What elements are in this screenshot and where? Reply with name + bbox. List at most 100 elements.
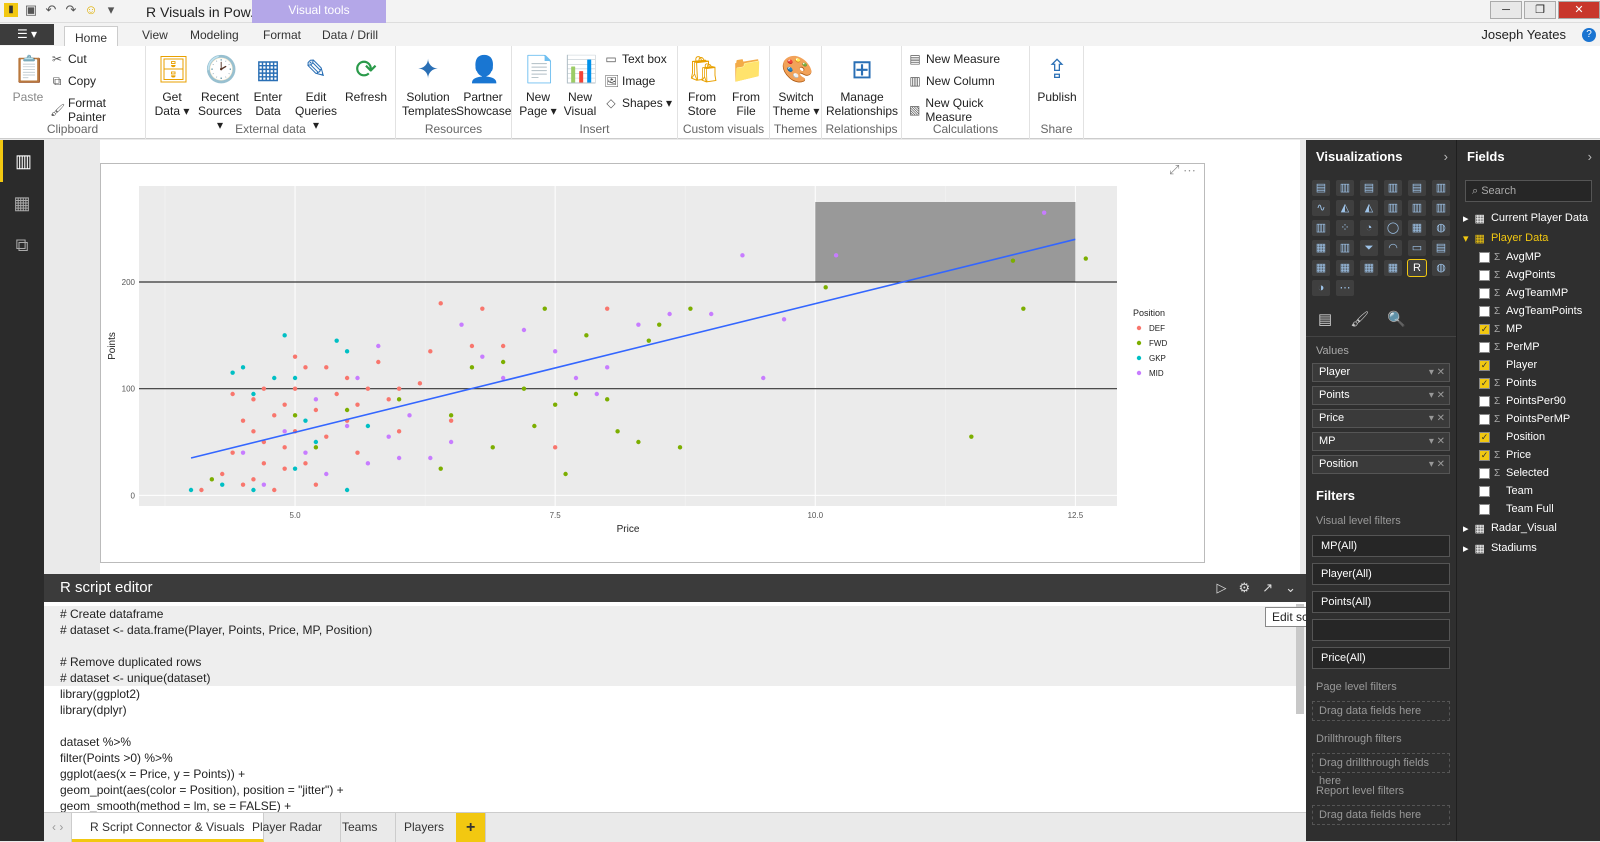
field-item[interactable]: ✓ Σ Price	[1457, 446, 1600, 464]
field-checkbox[interactable]: ✓	[1479, 431, 1490, 443]
field-item[interactable]: Σ PerMP	[1457, 338, 1600, 356]
visual-type-icon[interactable]: ▦	[1312, 260, 1330, 276]
focus-mode-icon[interactable]: ⤢	[1169, 162, 1179, 177]
visual-type-icon[interactable]: ▤	[1408, 180, 1426, 196]
visual-type-icon[interactable]: ▥	[1336, 180, 1354, 196]
filter-card[interactable]: Points(All)	[1312, 591, 1450, 613]
value-well[interactable]: Position ▾ ✕	[1312, 455, 1450, 474]
field-item[interactable]: ✓ Player	[1457, 356, 1600, 374]
remove-field-icon[interactable]: ▾ ✕	[1429, 387, 1445, 404]
r-visual[interactable]: 5.0 7.5 10.0 12.5 0 100 200 Price Points Position…	[100, 162, 1205, 563]
new-column-button[interactable]: ▥ New Column	[908, 74, 994, 88]
shapes-button[interactable]: ◇ Shapes ▾	[604, 96, 672, 110]
visual-type-icon[interactable]: ▦	[1408, 220, 1426, 236]
field-item[interactable]: Σ AvgTeamPoints	[1457, 302, 1600, 320]
page-filter-drop[interactable]: Drag data fields here	[1312, 701, 1450, 721]
paste-button[interactable]: 📋 Paste	[4, 52, 52, 104]
more-options-icon[interactable]: ⋯	[1183, 162, 1196, 177]
visual-type-icon[interactable]: ▥	[1432, 180, 1450, 196]
visual-type-icon[interactable]: ▦	[1360, 260, 1378, 276]
field-item[interactable]: Σ AvgMP	[1457, 248, 1600, 266]
field-checkbox[interactable]	[1479, 503, 1490, 515]
save-icon[interactable]: ▣	[24, 3, 38, 17]
visual-type-icon[interactable]: ▤	[1432, 240, 1450, 256]
field-checkbox[interactable]	[1479, 269, 1490, 281]
visual-type-icon[interactable]: ◍	[1432, 220, 1450, 236]
undo-icon[interactable]: ↶	[44, 3, 58, 17]
field-checkbox[interactable]: ✓	[1479, 377, 1490, 389]
code-area[interactable]: # Create dataframe # dataset <- data.fram…	[44, 602, 1306, 814]
filter-card[interactable]: Price(All)	[1312, 647, 1450, 669]
field-checkbox[interactable]	[1479, 395, 1490, 407]
visual-type-icon[interactable]: ▦	[1336, 260, 1354, 276]
visual-type-icon[interactable]: ◭	[1336, 200, 1354, 216]
external-ide-icon[interactable]: ↗	[1262, 574, 1273, 602]
cut-button[interactable]: ✂ Cut	[50, 52, 87, 66]
table-player-data[interactable]: ▾ ▦ Player Data	[1457, 228, 1600, 248]
relationships-view-icon[interactable]: ⧉	[0, 224, 44, 266]
visual-type-icon[interactable]: ⁘	[1336, 220, 1354, 236]
analytics-icon[interactable]: 🔍	[1387, 310, 1406, 328]
format-roller-icon[interactable]: 🖌	[1350, 310, 1369, 328]
value-well[interactable]: Player ▾ ✕	[1312, 363, 1450, 382]
field-item[interactable]: Σ AvgPoints	[1457, 266, 1600, 284]
manage-relationships-button[interactable]: ⊞ Manage Relationships	[826, 52, 898, 118]
visual-type-icon[interactable]: ▥	[1336, 240, 1354, 256]
filter-card[interactable]: Player(All)	[1312, 563, 1450, 585]
visual-type-icon[interactable]: ▥	[1312, 220, 1330, 236]
run-script-icon[interactable]: ▷	[1217, 574, 1227, 602]
remove-field-icon[interactable]: ▾ ✕	[1429, 433, 1445, 450]
filter-card[interactable]: MP(All)	[1312, 535, 1450, 557]
visual-type-icon[interactable]: ◠	[1384, 240, 1402, 256]
field-checkbox[interactable]	[1479, 485, 1490, 497]
add-page-button[interactable]: +	[456, 813, 487, 842]
user-name[interactable]: Joseph Yeates	[1481, 27, 1566, 42]
field-item[interactable]: Σ PointsPerMP	[1457, 410, 1600, 428]
field-checkbox[interactable]: ✓	[1479, 323, 1490, 335]
visual-type-icon[interactable]: R	[1407, 259, 1427, 277]
field-item[interactable]: ✓ Σ Points	[1457, 374, 1600, 392]
field-item[interactable]: Team Full	[1457, 500, 1600, 518]
field-checkbox[interactable]: ✓	[1479, 449, 1490, 461]
field-checkbox[interactable]	[1479, 413, 1490, 425]
visual-type-icon[interactable]: ◭	[1360, 200, 1378, 216]
new-quick-measure-button[interactable]: ▧ New Quick Measure	[908, 96, 1029, 124]
field-item[interactable]: ✓ Position	[1457, 428, 1600, 446]
visual-type-icon[interactable]: ◑	[1312, 280, 1330, 296]
visual-type-icon[interactable]: ⏷	[1360, 240, 1378, 256]
visual-type-icon[interactable]: ▥	[1384, 200, 1402, 216]
text-box-button[interactable]: ▭ Text box	[604, 52, 666, 66]
remove-field-icon[interactable]: ▾ ✕	[1429, 456, 1445, 473]
visual-type-icon[interactable]: ▥	[1432, 200, 1450, 216]
field-checkbox[interactable]	[1479, 287, 1490, 299]
visual-type-icon[interactable]: ▤	[1360, 180, 1378, 196]
enter-data-button[interactable]: ▦ Enter Data	[244, 52, 292, 118]
switch-theme-button[interactable]: 🎨 Switch Theme ▾	[772, 52, 820, 118]
report-view-icon[interactable]: ▥	[0, 140, 44, 182]
tab-format[interactable]: Format	[253, 26, 311, 44]
collapse-chevron-icon[interactable]: ›	[1588, 140, 1592, 174]
publish-button[interactable]: ⇪ Publish	[1033, 52, 1081, 104]
copy-button[interactable]: ⧉ Copy	[50, 74, 96, 88]
drillthrough-drop[interactable]: Drag drillthrough fields here	[1312, 753, 1450, 787]
page-tab-players[interactable]: Players	[386, 813, 464, 842]
settings-icon[interactable]: ⚙	[1239, 574, 1251, 602]
customize-dropdown-icon[interactable]: ▾	[104, 3, 118, 17]
field-checkbox[interactable]	[1479, 467, 1490, 479]
image-button[interactable]: 🖼 Image	[604, 74, 655, 88]
visual-type-icon[interactable]: ▭	[1408, 240, 1426, 256]
new-measure-button[interactable]: ▤ New Measure	[908, 52, 1000, 66]
visual-type-icon[interactable]: ◍	[1432, 260, 1450, 276]
data-view-icon[interactable]: ▦	[0, 182, 44, 224]
page-nav-arrows[interactable]: ‹ ›	[44, 813, 73, 842]
visual-type-icon[interactable]: ▦	[1312, 240, 1330, 256]
value-well[interactable]: Price ▾ ✕	[1312, 409, 1450, 428]
value-well[interactable]: Points ▾ ✕	[1312, 386, 1450, 405]
close-button[interactable]: ✕	[1558, 1, 1600, 19]
visual-type-icon[interactable]: ▥	[1408, 200, 1426, 216]
table-stadiums[interactable]: ▸ ▦ Stadiums	[1457, 538, 1600, 558]
field-item[interactable]: ✓ Σ MP	[1457, 320, 1600, 338]
field-checkbox[interactable]: ✓	[1479, 359, 1490, 371]
redo-icon[interactable]: ↷	[64, 3, 78, 17]
field-item[interactable]: Team	[1457, 482, 1600, 500]
